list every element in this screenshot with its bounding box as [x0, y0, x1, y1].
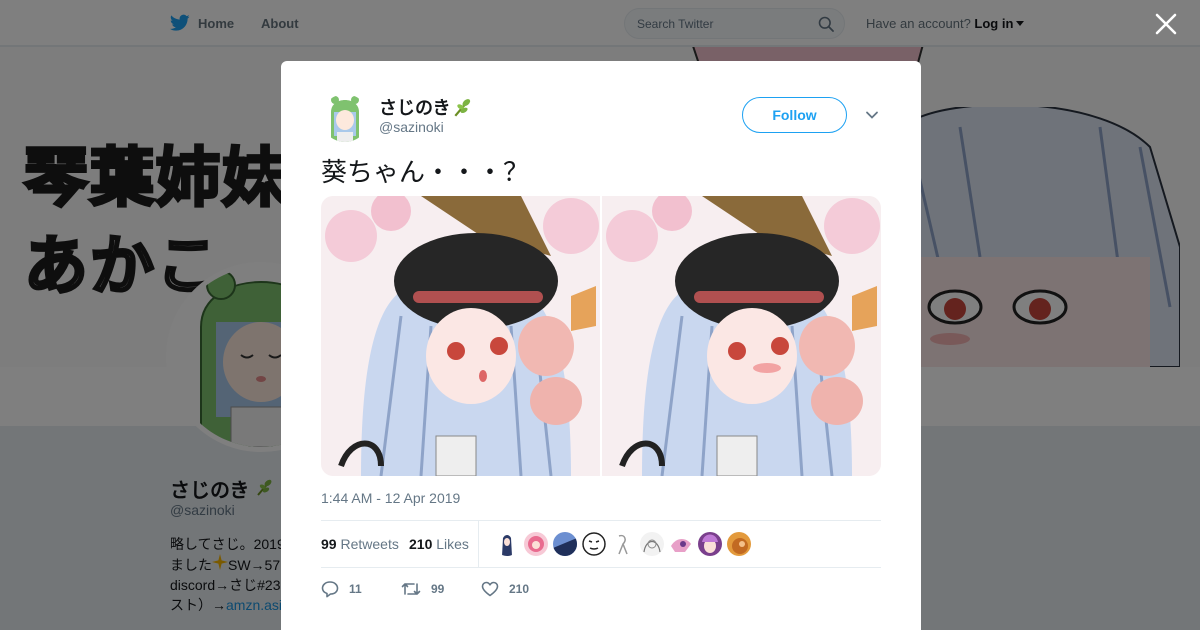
tweet-media [321, 196, 881, 476]
tweet-author-avatar-illustration [321, 94, 369, 142]
close-icon[interactable] [1154, 12, 1178, 36]
liker-avatar[interactable] [582, 532, 606, 556]
tweet-image-2[interactable] [602, 196, 881, 476]
liker-avatar[interactable] [669, 532, 693, 556]
retweets-stat[interactable]: 99 Retweets [321, 536, 399, 552]
stats-divider [478, 521, 479, 567]
sprout-emoji-icon [454, 99, 471, 117]
tweet-author-handle[interactable]: @sazinoki [379, 119, 444, 135]
reply-count: 11 [349, 582, 362, 596]
tweet-modal: さじのき @sazinoki Follow 葵ちゃん・・・？ 1:44 AM -… [281, 61, 921, 630]
like-count: 210 [509, 582, 530, 596]
heart-icon [481, 581, 499, 597]
retweets-label: Retweets [340, 536, 399, 552]
tweet-author-avatar[interactable] [321, 94, 369, 142]
liker-avatar[interactable] [553, 532, 577, 556]
liker-avatar[interactable] [524, 532, 548, 556]
retweet-action[interactable]: 99 [401, 580, 481, 598]
like-action[interactable]: 210 [481, 580, 561, 598]
tweet-image-1[interactable] [321, 196, 600, 476]
tweet-timestamp[interactable]: 1:44 AM - 12 Apr 2019 [321, 490, 460, 506]
tweet-text: 葵ちゃん・・・？ [321, 158, 530, 188]
retweet-count: 99 [431, 582, 445, 596]
tweet-author-name[interactable]: さじのき [379, 94, 474, 120]
likes-stat[interactable]: 210 Likes [409, 536, 469, 552]
liker-avatar[interactable] [727, 532, 751, 556]
tweet-stats: 99 Retweets 210 Likes [321, 520, 881, 568]
chevron-down-icon[interactable] [865, 108, 879, 122]
reply-action[interactable]: 11 [321, 580, 401, 598]
retweets-count: 99 [321, 536, 337, 552]
liker-avatars [495, 532, 751, 556]
follow-button[interactable]: Follow [742, 97, 847, 133]
liker-avatar[interactable] [611, 532, 635, 556]
liker-avatar[interactable] [698, 532, 722, 556]
likes-label: Likes [436, 536, 469, 552]
likes-count: 210 [409, 536, 433, 552]
liker-avatar[interactable] [495, 532, 519, 556]
tweet-actions: 11 99 210 [321, 579, 561, 599]
reply-icon [321, 581, 339, 598]
tweet-author-name-text: さじのき [379, 98, 451, 118]
liker-avatar[interactable] [640, 532, 664, 556]
retweet-icon [401, 583, 421, 595]
